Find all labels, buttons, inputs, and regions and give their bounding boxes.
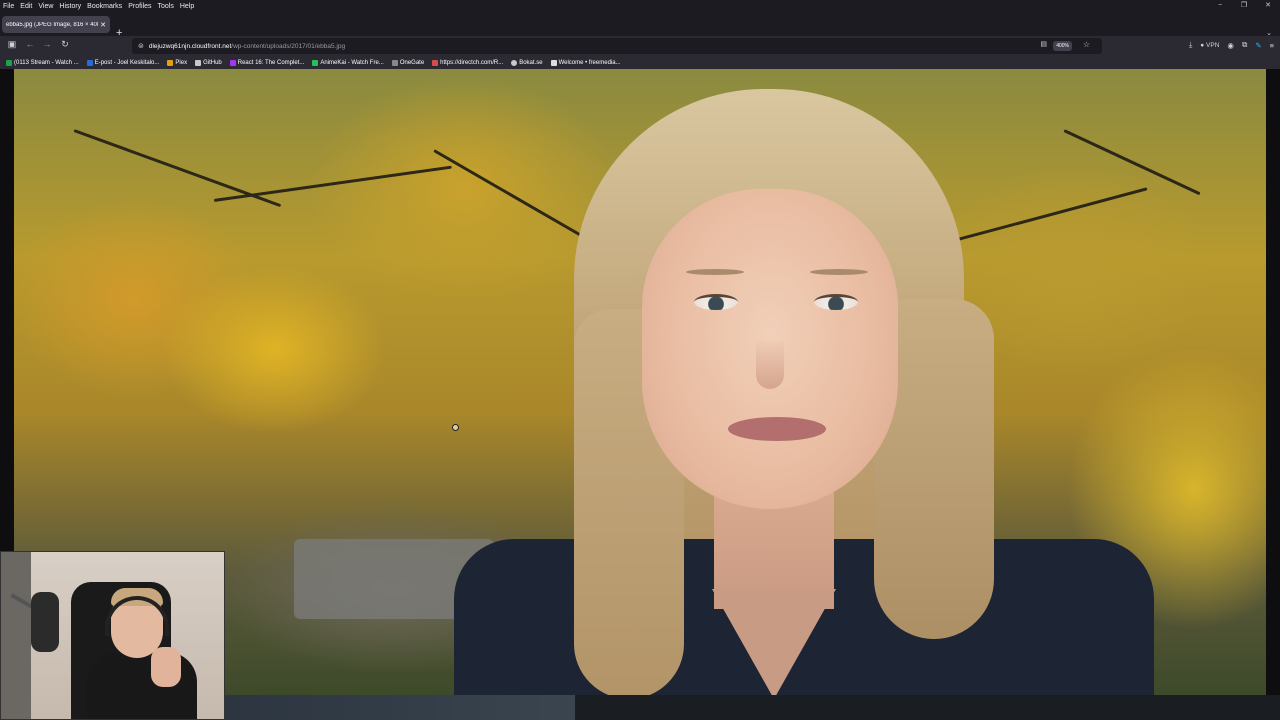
bookmark-item[interactable]: Welcome • freemedia...: [550, 59, 621, 66]
close-window-button[interactable]: ✕: [1256, 0, 1280, 12]
maximize-button[interactable]: ❐: [1232, 0, 1256, 12]
bookmark-favicon-icon: [391, 59, 398, 66]
portrait-nose: [756, 339, 784, 389]
menu-file[interactable]: File: [0, 3, 17, 10]
tree-branch: [433, 149, 591, 242]
bookmark-item[interactable]: OneGate: [391, 59, 424, 66]
url-host: dlejuzwq61njn.cloudfront.net: [148, 42, 232, 50]
addon-icon[interactable]: ✎: [1255, 41, 1261, 50]
app-menu-icon[interactable]: ≡: [1270, 41, 1274, 50]
bookmark-item[interactable]: Bokat.se: [511, 59, 543, 66]
url-path: /wp-content/uploads/2017/01/ebba5.jpg: [231, 42, 346, 50]
webcam-overlay: [0, 551, 225, 720]
bookmark-favicon-icon: [229, 59, 236, 66]
account-icon[interactable]: ◉: [1227, 41, 1234, 50]
lock-icon[interactable]: ⊜: [138, 42, 144, 50]
portrait-eye-left: [694, 294, 738, 310]
minimize-button[interactable]: −: [1208, 0, 1232, 12]
window-controls: − ❐ ✕: [1208, 0, 1280, 12]
bookmark-favicon-icon: [432, 59, 439, 66]
webcam-background-wall: [1, 552, 31, 719]
url-bar[interactable]: ⊜ dlejuzwq61njn.cloudfront.net/wp-conten…: [132, 38, 1102, 54]
forward-button[interactable]: →: [40, 39, 54, 49]
bookmark-item[interactable]: AnimeKai - Watch Fre...: [312, 59, 384, 66]
bookmark-favicon-icon: [550, 59, 557, 66]
portrait-brow-right: [810, 269, 868, 275]
bookmark-item[interactable]: (0113 Stream - Watch ...: [6, 59, 79, 66]
tab-active[interactable]: ebba5.jpg (JPEG Image, 816 × 408 p... ✕: [2, 16, 110, 33]
portrait-eye-right: [814, 294, 858, 310]
bookmark-favicon-icon: [6, 59, 12, 66]
back-button[interactable]: ←: [23, 39, 37, 49]
zoom-in-cursor-icon: [452, 424, 459, 431]
bookmark-favicon-icon: [511, 59, 518, 66]
bookmark-item[interactable]: E-post - Joel Keskitalo...: [86, 59, 159, 66]
tab-title: ebba5.jpg (JPEG Image, 816 × 408 p...: [6, 21, 98, 28]
extensions-icon[interactable]: ⧉: [1242, 40, 1247, 50]
zoom-level-badge[interactable]: 400%: [1053, 41, 1072, 51]
menu-profiles[interactable]: Profiles: [125, 3, 154, 10]
menu-bar: File Edit View History Bookmarks Profile…: [0, 0, 1280, 12]
bookmark-item[interactable]: React 16: The Complet...: [229, 59, 304, 66]
reader-view-icon[interactable]: ▤: [1040, 40, 1047, 48]
vpn-button[interactable]: ● VPN: [1200, 42, 1219, 49]
reload-button[interactable]: ↻: [58, 39, 72, 50]
portrait-lips: [728, 417, 826, 441]
bottom-strip-shade: [225, 695, 575, 720]
download-icon[interactable]: ⤓: [1189, 40, 1192, 50]
menu-edit[interactable]: Edit: [17, 3, 35, 10]
bookmark-item[interactable]: https://directch.com/R...: [432, 59, 503, 66]
microphone: [31, 592, 59, 652]
bookmark-item[interactable]: GitHub: [195, 59, 222, 66]
bookmark-favicon-icon: [167, 59, 174, 66]
menu-view[interactable]: View: [35, 3, 56, 10]
tree-branch: [213, 165, 452, 202]
tab-bar: ebba5.jpg (JPEG Image, 816 × 408 p... ✕ …: [0, 12, 1280, 39]
menu-tools[interactable]: Tools: [155, 3, 177, 10]
bookmark-star-icon[interactable]: ☆: [1083, 40, 1090, 49]
tree-branch: [1063, 129, 1201, 196]
portrait-brow-left: [686, 269, 744, 275]
menu-help[interactable]: Help: [177, 3, 197, 10]
menu-bookmarks[interactable]: Bookmarks: [84, 3, 125, 10]
toolbar-right: ⤓ ● VPN ◉ ⧉ ✎ ≡: [1189, 40, 1274, 50]
bookmark-item[interactable]: Plex: [167, 59, 187, 66]
bottom-strip: [225, 695, 1280, 720]
bookmark-favicon-icon: [312, 59, 319, 66]
tree-branch: [953, 187, 1148, 242]
navigation-toolbar: ▣ ← → ↻ ⊜ dlejuzwq61njn.cloudfront.net/w…: [0, 36, 1280, 56]
bookmark-favicon-icon: [86, 59, 93, 66]
sidebar-toggle-icon[interactable]: ▣: [5, 39, 19, 50]
tab-close-icon[interactable]: ✕: [100, 21, 106, 29]
bookmark-favicon-icon: [195, 59, 202, 66]
menu-history[interactable]: History: [56, 3, 84, 10]
vpn-label: VPN: [1206, 41, 1220, 49]
bookmarks-bar: (0113 Stream - Watch ... E-post - Joel K…: [0, 56, 1280, 69]
streamer-hand: [151, 647, 181, 687]
